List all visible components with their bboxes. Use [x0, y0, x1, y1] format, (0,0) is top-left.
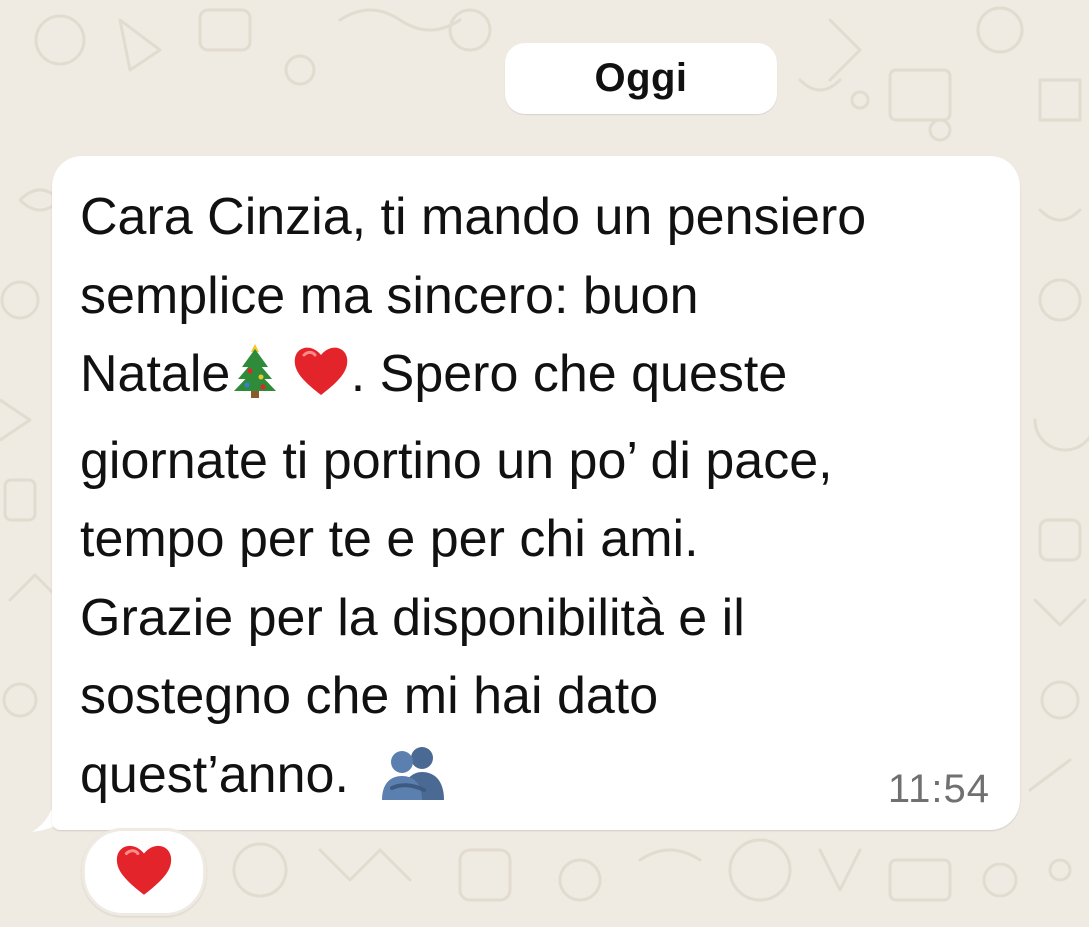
message-line: Natale: [80, 345, 231, 403]
message-line: semplice ma sincero: buon: [80, 266, 699, 325]
message-reaction[interactable]: [82, 828, 206, 916]
incoming-message-bubble[interactable]: Cara Cinzia, ti mando un pensiero sempli…: [52, 156, 1020, 830]
people-hugging-icon: [378, 744, 448, 823]
date-separator: Oggi: [505, 43, 777, 114]
message-line: sostegno che mi hai dato: [80, 667, 659, 725]
message-line: . Spero che queste: [350, 345, 788, 403]
red-heart-icon: [113, 841, 175, 904]
message-line: tempo per te e per chi ami.: [80, 510, 699, 568]
message-line: quest’anno.: [80, 745, 349, 804]
message-timestamp: 11:54: [887, 767, 990, 811]
message-line: Cara Cinzia, ti mando un pensiero: [80, 188, 867, 246]
christmas-tree-icon: [230, 341, 280, 422]
message-text: Cara Cinzia, ti mando un pensiero sempli…: [80, 178, 1010, 822]
red-heart-icon: [291, 343, 351, 422]
message-line: giornate ti portino un po’ di pace,: [80, 431, 833, 490]
message-line: Grazie per la disponibilità e il: [80, 588, 745, 647]
date-label: Oggi: [594, 56, 688, 100]
